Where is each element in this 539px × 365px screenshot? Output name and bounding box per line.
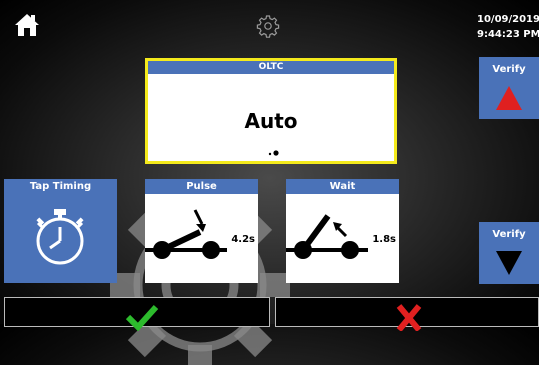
home-button[interactable] bbox=[14, 12, 40, 38]
confirm-button[interactable] bbox=[4, 297, 270, 331]
verify-up-label: Verify bbox=[492, 64, 526, 75]
pulse-value: 4.2s bbox=[231, 234, 255, 245]
gear-icon bbox=[256, 15, 280, 38]
page-indicator-dots bbox=[268, 150, 279, 156]
oltc-title: OLTC bbox=[148, 61, 394, 74]
cancel-button[interactable] bbox=[275, 297, 539, 331]
pulse-title: Pulse bbox=[145, 179, 258, 194]
wait-timing-panel[interactable]: Wait 1.8s bbox=[286, 179, 399, 283]
oltc-mode-panel[interactable]: OLTC Auto bbox=[145, 58, 397, 164]
checkmark-icon bbox=[125, 304, 159, 331]
tap-timing-label: Tap Timing bbox=[29, 181, 92, 192]
pulse-timing-panel[interactable]: Pulse 4.2s bbox=[145, 179, 258, 283]
date-text: 10/09/2019 bbox=[477, 14, 539, 25]
triangle-down-icon bbox=[496, 251, 522, 275]
wait-title: Wait bbox=[286, 179, 399, 194]
verify-down-label: Verify bbox=[492, 229, 526, 240]
settings-button[interactable] bbox=[256, 14, 280, 38]
time-text: 9:44:23 PM bbox=[477, 29, 539, 40]
x-icon bbox=[396, 304, 422, 331]
wait-value: 1.8s bbox=[372, 234, 396, 245]
oltc-mode-value: Auto bbox=[244, 109, 298, 133]
home-icon bbox=[15, 14, 39, 36]
triangle-up-icon bbox=[496, 86, 522, 110]
tap-timing-button[interactable]: Tap Timing bbox=[4, 179, 117, 283]
verify-lower-button[interactable]: Verify bbox=[479, 222, 539, 284]
verify-raise-button[interactable]: Verify bbox=[479, 57, 539, 119]
stopwatch-icon bbox=[36, 209, 84, 265]
datetime-display: 10/09/2019 9:44:23 PM bbox=[477, 12, 539, 42]
